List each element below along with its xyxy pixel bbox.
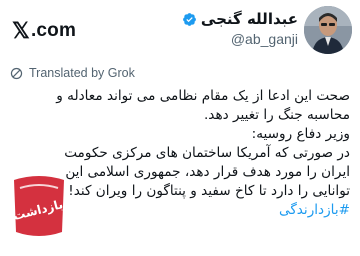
watermark-logo: بازداشت bbox=[12, 176, 64, 236]
author-name-row: عبدالله گنجی bbox=[182, 10, 298, 28]
post-line: محاسبه جنگ را تغییر دهد. bbox=[203, 107, 350, 123]
post-line: صحت این ادعا از یک مقام نظامی می تواند م… bbox=[56, 88, 350, 104]
x-logo-icon: 𝕏 bbox=[12, 18, 30, 43]
x-com-logo[interactable]: 𝕏 .com bbox=[12, 18, 76, 44]
logo-domain-text: .com bbox=[30, 20, 77, 41]
post-header: 𝕏 .com عبدالله گنجی @ab_ganji bbox=[0, 0, 360, 62]
translation-label: Translated by Grok bbox=[29, 66, 135, 80]
post-line: وزیر دفاع روسیه: bbox=[251, 126, 350, 142]
avatar-portrait-icon bbox=[304, 6, 352, 54]
author-info[interactable]: عبدالله گنجی @ab_ganji bbox=[182, 10, 298, 47]
author-avatar[interactable] bbox=[304, 6, 352, 54]
verified-badge-icon bbox=[183, 12, 196, 26]
author-handle[interactable]: @ab_ganji bbox=[182, 31, 298, 47]
translated-by-grok-link[interactable]: Translated by Grok bbox=[10, 66, 135, 80]
post-hashtag[interactable]: #بازدارندگی bbox=[279, 202, 350, 218]
post-line: در صورتی که آمریکا ساختمان های مرکزی حکو… bbox=[64, 145, 350, 161]
author-name[interactable]: عبدالله گنجی bbox=[201, 10, 298, 28]
grok-icon bbox=[10, 67, 23, 79]
